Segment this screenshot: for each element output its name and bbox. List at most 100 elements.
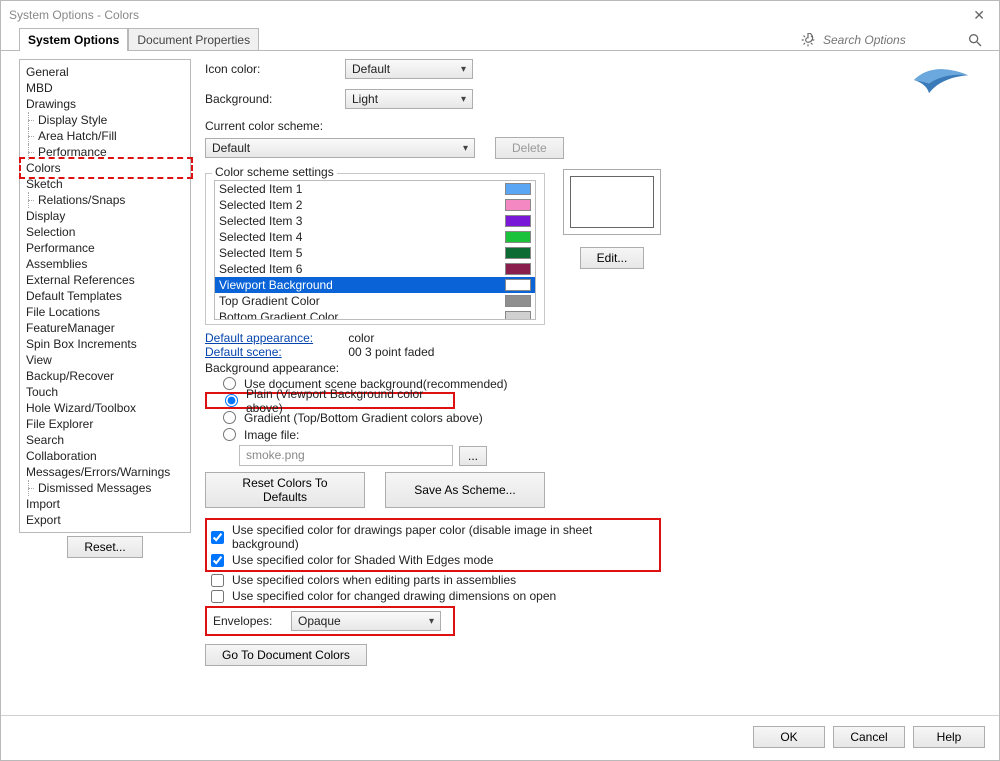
scheme-dropdown[interactable]: Default ▾ [205,138,475,158]
scheme-item[interactable]: Selected Item 2 [215,197,535,213]
color-preview [563,169,661,235]
color-swatch [505,279,531,291]
scheme-item-label: Selected Item 4 [219,230,302,244]
nav-item-touch[interactable]: Touch [20,384,190,400]
gear-icon[interactable] [801,33,815,47]
scheme-item-label: Selected Item 3 [219,214,302,228]
current-scheme-label: Current color scheme: [205,119,987,133]
nav-item-messages-errors-warnings[interactable]: Messages/Errors/Warnings [20,464,190,480]
nav-item-relations-snaps[interactable]: Relations/Snaps [20,192,190,208]
color-swatch [505,263,531,275]
dropdown-value: Default [212,141,250,155]
delete-scheme-button[interactable]: Delete [495,137,564,159]
nav-item-dismissed-messages[interactable]: Dismissed Messages [20,480,190,496]
nav-item-performance[interactable]: Performance [20,144,190,160]
reset-colors-button[interactable]: Reset Colors To Defaults [205,472,365,508]
nav-item-default-templates[interactable]: Default Templates [20,288,190,304]
scheme-item-label: Selected Item 6 [219,262,302,276]
nav-item-display[interactable]: Display [20,208,190,224]
color-swatch [505,231,531,243]
icon-color-dropdown[interactable]: Default ▾ [345,59,473,79]
close-icon[interactable]: ✕ [967,5,991,26]
app-logo-icon [911,63,971,100]
scheme-settings-label: Color scheme settings [212,165,337,179]
envelopes-dropdown[interactable]: Opaque ▾ [291,611,441,631]
scheme-item[interactable]: Top Gradient Color [215,293,535,309]
scheme-item[interactable]: Viewport Background [215,277,535,293]
chevron-down-icon: ▾ [429,616,434,627]
radio-image-bg[interactable] [223,428,236,441]
goto-doc-colors-button[interactable]: Go To Document Colors [205,644,367,666]
nav-item-display-style[interactable]: Display Style [20,112,190,128]
tab-document-properties[interactable]: Document Properties [128,28,259,51]
dialog-footer: OK Cancel Help [1,715,999,760]
color-swatch [505,183,531,195]
nav-item-sketch[interactable]: Sketch [20,176,190,192]
scheme-item[interactable]: Selected Item 6 [215,261,535,277]
tab-system-options[interactable]: System Options [19,28,128,51]
help-button[interactable]: Help [913,726,985,748]
default-scene-value: 00 3 point faded [348,345,434,359]
nav-item-import[interactable]: Import [20,496,190,512]
scheme-list[interactable]: Selected Item 1Selected Item 2 Selected I… [214,180,536,320]
default-appearance-value: color [348,331,374,345]
radio-plain-bg[interactable] [225,394,238,407]
window-title: System Options - Colors [9,8,139,22]
nav-item-external-references[interactable]: External References [20,272,190,288]
envelopes-label: Envelopes: [213,614,291,628]
chevron-down-icon: ▾ [463,143,468,154]
color-swatch [505,247,531,259]
nav-item-backup-recover[interactable]: Backup/Recover [20,368,190,384]
scheme-item[interactable]: Selected Item 3 [215,213,535,229]
search-box[interactable] [797,30,987,50]
nav-item-search[interactable]: Search [20,432,190,448]
checkbox-label: Use specified color for Shaded With Edge… [232,553,493,567]
cb-editing-parts[interactable] [211,574,224,587]
nav-item-selection[interactable]: Selection [20,224,190,240]
nav-item-performance[interactable]: Performance [20,240,190,256]
background-label: Background: [205,92,345,106]
nav-item-area-hatch-fill[interactable]: Area Hatch/Fill [20,128,190,144]
ok-button[interactable]: OK [753,726,825,748]
reset-button[interactable]: Reset... [67,536,142,558]
scheme-item[interactable]: Selected Item 1 [215,181,535,197]
cancel-button[interactable]: Cancel [833,726,905,748]
settings-panel: Icon color: Default ▾ Background: Light … [205,59,987,707]
scheme-item[interactable]: Selected Item 4 [215,229,535,245]
radio-gradient-bg[interactable] [223,411,236,424]
radio-scene-bg[interactable] [223,377,236,390]
nav-tree: GeneralMBDDrawingsDisplay StyleArea Hatc… [19,59,191,533]
nav-item-hole-wizard-toolbox[interactable]: Hole Wizard/Toolbox [20,400,190,416]
nav-item-assemblies[interactable]: Assemblies [20,256,190,272]
image-file-input[interactable]: smoke.png [239,445,453,466]
scheme-item[interactable]: Bottom Gradient Color [215,309,535,320]
browse-button[interactable]: ... [459,446,487,466]
default-scene-link[interactable]: Default scene: [205,345,345,359]
nav-item-collaboration[interactable]: Collaboration [20,448,190,464]
nav-item-general[interactable]: General [20,64,190,80]
bg-appearance-label: Background appearance: [205,361,987,375]
cb-drawings-paper[interactable] [211,531,224,544]
color-swatch [505,215,531,227]
search-icon[interactable] [967,32,983,48]
dropdown-value: Opaque [298,614,341,628]
scheme-item[interactable]: Selected Item 5 [215,245,535,261]
nav-item-mbd[interactable]: MBD [20,80,190,96]
nav-item-view[interactable]: View [20,352,190,368]
cb-shaded-edges[interactable] [211,554,224,567]
color-swatch [505,311,531,320]
default-appearance-link[interactable]: Default appearance: [205,331,345,345]
search-input[interactable] [821,32,961,48]
nav-item-export[interactable]: Export [20,512,190,528]
background-dropdown[interactable]: Light ▾ [345,89,473,109]
edit-color-button[interactable]: Edit... [580,247,645,269]
nav-item-featuremanager[interactable]: FeatureManager [20,320,190,336]
nav-item-spin-box-increments[interactable]: Spin Box Increments [20,336,190,352]
scheme-item-label: Selected Item 2 [219,198,302,212]
cb-changed-dims[interactable] [211,590,224,603]
save-scheme-button[interactable]: Save As Scheme... [385,472,545,508]
nav-item-file-locations[interactable]: File Locations [20,304,190,320]
nav-item-colors[interactable]: Colors [20,160,190,176]
nav-item-drawings[interactable]: Drawings [20,96,190,112]
nav-item-file-explorer[interactable]: File Explorer [20,416,190,432]
